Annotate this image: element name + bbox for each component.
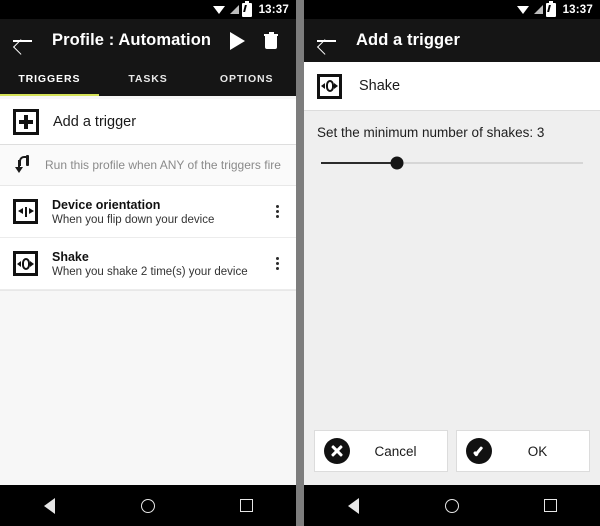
page-title: Add a trigger: [356, 31, 460, 49]
nav-home-button[interactable]: [126, 485, 170, 526]
shake-icon: [317, 73, 342, 99]
back-arrow-icon[interactable]: [316, 30, 338, 52]
page-title: Profile : Automation: [52, 31, 212, 49]
table-row[interactable]: Device orientation When you flip down yo…: [0, 186, 296, 238]
empty-list-area: [0, 291, 296, 485]
tab-tasks-label: TASKS: [128, 73, 168, 85]
ok-button[interactable]: OK: [456, 430, 590, 472]
status-bar-icons-left: [212, 0, 252, 17]
tab-active-underline: [0, 93, 99, 96]
nav-home-button[interactable]: [430, 485, 474, 526]
nav-recents-button[interactable]: [529, 485, 573, 526]
shake-count-slider[interactable]: [304, 152, 600, 174]
trigger-subtitle: When you flip down your device: [52, 213, 215, 226]
selected-trigger-label: Shake: [359, 78, 401, 94]
trash-icon: [264, 32, 278, 49]
left-phone-screen: 13:37 Profile : Automation TRIGGERS TASK…: [0, 0, 296, 526]
nav-back-button[interactable]: [27, 485, 71, 526]
selected-trigger-row[interactable]: Shake: [304, 62, 600, 111]
home-nav-icon: [140, 498, 155, 513]
tab-triggers-label: TRIGGERS: [18, 73, 81, 85]
tab-triggers[interactable]: TRIGGERS: [0, 62, 99, 96]
slider-track[interactable]: [321, 156, 583, 170]
settings-empty-area: [304, 174, 600, 422]
dialog-button-bar: Cancel OK: [304, 422, 600, 485]
plus-box-icon: [13, 108, 39, 135]
play-icon: [229, 31, 245, 50]
more-vertical-icon[interactable]: [264, 247, 290, 281]
nav-recents-button[interactable]: [225, 485, 269, 526]
nav-bar-left: [0, 485, 296, 526]
signal-icon: [229, 4, 239, 15]
status-bar-left: 13:37: [0, 0, 296, 19]
trigger-settings-panel: Set the minimum number of shakes: 3 Canc…: [304, 111, 600, 485]
add-trigger-row[interactable]: Add a trigger: [0, 99, 296, 145]
cancel-circle-icon: [324, 438, 350, 464]
status-bar-clock: 13:37: [562, 3, 593, 16]
recents-nav-icon: [544, 499, 558, 512]
status-bar-icons-right: [516, 0, 556, 17]
play-button[interactable]: [220, 24, 254, 58]
app-bar-right: Add a trigger: [304, 19, 600, 62]
wifi-icon: [212, 5, 226, 15]
back-nav-icon: [43, 497, 55, 514]
trigger-subtitle: When you shake 2 time(s) your device: [52, 265, 248, 278]
delete-button[interactable]: [254, 24, 288, 58]
shake-icon: [13, 251, 38, 276]
tab-options-label: OPTIONS: [219, 73, 274, 85]
wifi-icon: [516, 5, 530, 15]
trigger-mode-hint-label: Run this profile when ANY of the trigger…: [45, 158, 281, 172]
shake-count-label: Set the minimum number of shakes: 3: [317, 125, 545, 140]
tab-tasks[interactable]: TASKS: [99, 62, 198, 96]
recents-nav-icon: [240, 499, 254, 512]
slider-fill: [321, 162, 397, 164]
triggers-content: Add a trigger Run this profile when ANY …: [0, 96, 296, 485]
cancel-button-label: Cancel: [374, 443, 417, 459]
subdirectory-arrow-icon: [15, 155, 32, 175]
table-row[interactable]: Shake When you shake 2 time(s) your devi…: [0, 238, 296, 290]
more-vertical-icon[interactable]: [264, 195, 290, 229]
cancel-button[interactable]: Cancel: [314, 430, 448, 472]
tab-options[interactable]: OPTIONS: [197, 62, 296, 96]
device-orientation-icon: [13, 199, 38, 224]
trigger-mode-hint-row: Run this profile when ANY of the trigger…: [0, 145, 296, 186]
trigger-text-block: Device orientation When you flip down yo…: [52, 198, 264, 226]
home-nav-icon: [444, 498, 459, 513]
nav-bar-right: [304, 485, 600, 526]
app-bar-left: Profile : Automation: [0, 19, 296, 62]
battery-charging-icon: [241, 0, 252, 17]
battery-charging-icon: [545, 0, 556, 17]
back-nav-icon: [347, 497, 359, 514]
trigger-title: Shake: [52, 249, 89, 264]
status-bar-clock: 13:37: [258, 3, 289, 16]
trigger-title: Device orientation: [52, 197, 161, 212]
nav-back-button[interactable]: [331, 485, 375, 526]
status-bar-right: 13:37: [304, 0, 600, 19]
add-trigger-label: Add a trigger: [53, 113, 137, 130]
ok-button-label: OK: [527, 443, 548, 459]
signal-icon: [533, 4, 543, 15]
dual-screenshot-container: 13:37 Profile : Automation TRIGGERS TASK…: [0, 0, 600, 526]
slider-thumb[interactable]: [390, 156, 404, 170]
trigger-text-block: Shake When you shake 2 time(s) your devi…: [52, 250, 264, 278]
back-arrow-icon[interactable]: [12, 30, 34, 52]
tab-bar: TRIGGERS TASKS OPTIONS: [0, 62, 296, 96]
check-circle-icon: [466, 438, 492, 464]
right-phone-screen: 13:37 Add a trigger Shake Set the minimu…: [304, 0, 600, 526]
